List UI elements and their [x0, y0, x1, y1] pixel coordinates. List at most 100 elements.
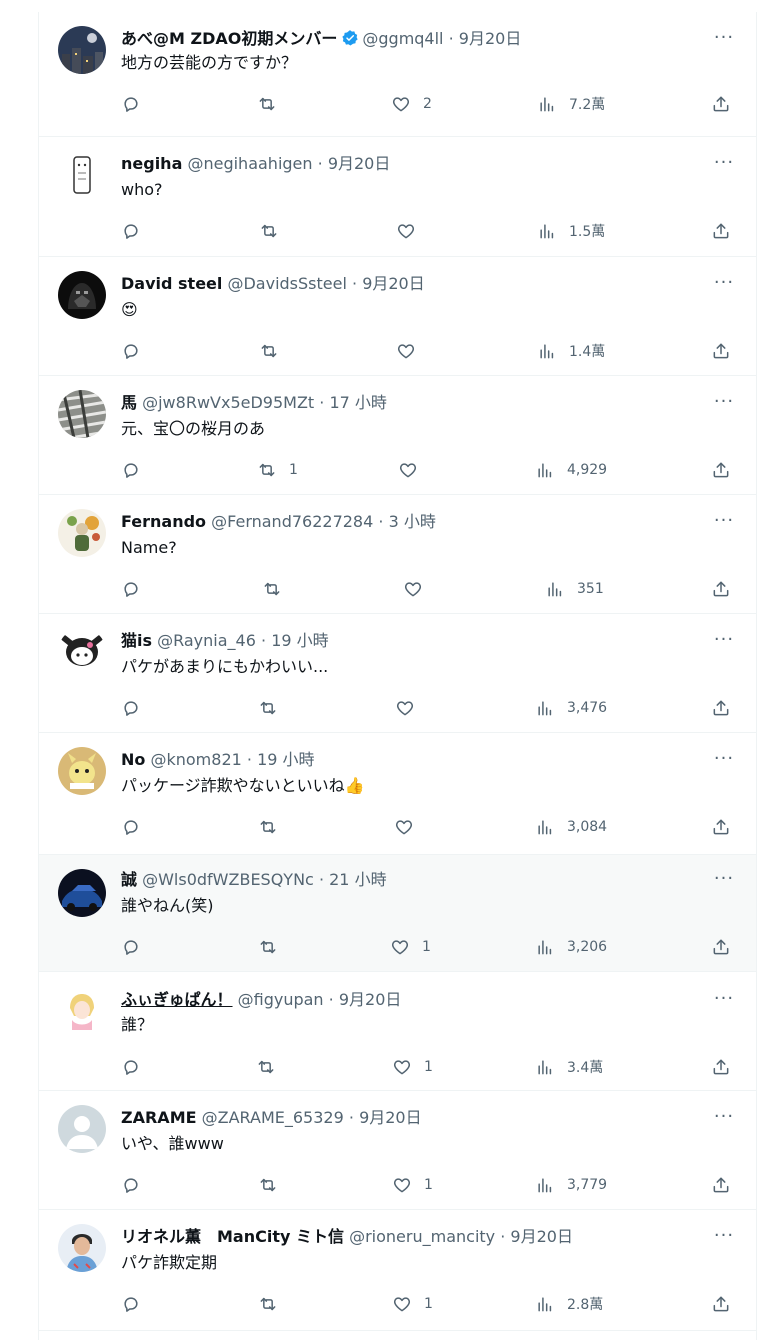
- author-handle[interactable]: @Raynia_46: [157, 631, 256, 650]
- retweet-button[interactable]: [256, 1055, 288, 1079]
- reply-button[interactable]: [121, 219, 153, 243]
- anime-figure-avatar[interactable]: [58, 986, 106, 1034]
- tweet-timestamp[interactable]: 19 小時: [257, 750, 314, 769]
- retweet-button[interactable]: [258, 696, 290, 720]
- like-button[interactable]: [394, 815, 426, 839]
- like-button[interactable]: 1: [392, 1173, 433, 1197]
- like-button[interactable]: [403, 577, 435, 601]
- author-handle[interactable]: @jw8RwVx5eD95MZt: [142, 393, 314, 412]
- person-photo-avatar[interactable]: [58, 1224, 106, 1272]
- author-name[interactable]: No: [121, 750, 145, 769]
- share-button[interactable]: [711, 1292, 731, 1316]
- like-button[interactable]: 2: [391, 92, 432, 116]
- retweet-button[interactable]: [258, 815, 290, 839]
- reply-button[interactable]: [121, 577, 153, 601]
- tweet-timestamp[interactable]: 21 小時: [329, 870, 386, 889]
- author-name[interactable]: ZARAME: [121, 1108, 197, 1127]
- dark-helmet-avatar[interactable]: [58, 271, 106, 319]
- share-button[interactable]: [711, 92, 731, 116]
- reply-button[interactable]: [121, 1055, 153, 1079]
- author-name[interactable]: David steel: [121, 274, 222, 293]
- tweet-timestamp[interactable]: 19 小時: [271, 631, 328, 650]
- like-button[interactable]: 1: [392, 1292, 433, 1316]
- tweet-timestamp[interactable]: 9月20日: [510, 1227, 573, 1246]
- views-button[interactable]: 3.4萬: [535, 1055, 603, 1079]
- reply-button[interactable]: [121, 815, 153, 839]
- reply-tweet[interactable]: No @knom821 · 19 小時 ··· パッケージ詐欺やないといいね👍 3,0…: [39, 733, 756, 855]
- author-handle[interactable]: @DavidsSsteel: [227, 274, 346, 293]
- default-person-avatar[interactable]: [58, 1105, 106, 1153]
- more-options-icon[interactable]: ···: [712, 1227, 736, 1249]
- views-button[interactable]: 351: [545, 577, 604, 601]
- author-name[interactable]: 猫is: [121, 631, 152, 650]
- reply-button[interactable]: [121, 1292, 153, 1316]
- author-handle[interactable]: @rioneru_mancity: [349, 1227, 495, 1246]
- author-handle[interactable]: @Wls0dfWZBESQYNc: [142, 870, 314, 889]
- share-button[interactable]: [711, 339, 731, 363]
- more-options-icon[interactable]: ···: [712, 990, 736, 1012]
- more-options-icon[interactable]: ···: [712, 870, 736, 892]
- author-handle[interactable]: @ggmq4ll: [362, 29, 443, 48]
- author-name[interactable]: 誠: [121, 870, 137, 889]
- share-button[interactable]: [711, 219, 731, 243]
- share-button[interactable]: [711, 815, 731, 839]
- views-button[interactable]: 3,779: [535, 1173, 607, 1197]
- night-city-avatar[interactable]: [58, 26, 106, 74]
- views-button[interactable]: 3,206: [535, 935, 607, 959]
- more-options-icon[interactable]: ···: [712, 1108, 736, 1130]
- reply-button[interactable]: [121, 1173, 153, 1197]
- tweet-timestamp[interactable]: 9月20日: [328, 154, 391, 173]
- reply-tweet[interactable]: Fernando @Fernand76227284 · 3 小時 ··· Name?…: [39, 495, 756, 614]
- views-button[interactable]: 7.2萬: [537, 92, 605, 116]
- blue-car-avatar[interactable]: [58, 869, 106, 917]
- author-handle[interactable]: @knom821: [150, 750, 241, 769]
- share-button[interactable]: [711, 458, 731, 482]
- like-button[interactable]: [396, 339, 428, 363]
- reply-tweet[interactable]: 猫is @Raynia_46 · 19 小時 ··· パケがあまりにもかわいい...…: [39, 614, 756, 733]
- zebra-avatar[interactable]: [58, 390, 106, 438]
- cartoon-character-avatar[interactable]: [58, 628, 106, 676]
- tweet-timestamp[interactable]: 9月20日: [339, 990, 402, 1009]
- retweet-button[interactable]: [258, 1292, 290, 1316]
- reply-button[interactable]: [121, 935, 153, 959]
- share-button[interactable]: [711, 577, 731, 601]
- more-options-icon[interactable]: ···: [712, 750, 736, 772]
- views-button[interactable]: 1.5萬: [537, 219, 605, 243]
- reply-tweet[interactable]: David steel @DavidsSsteel · 9月20日 ··· 😍 1.4…: [39, 257, 756, 376]
- more-options-icon[interactable]: ···: [712, 631, 736, 653]
- more-options-icon[interactable]: ···: [712, 393, 736, 415]
- more-options-icon[interactable]: ···: [712, 154, 736, 176]
- reply-tweet[interactable]: あべ@M ZDAO初期メンバー @ggmq4ll · 9月20日 ··· 地方の芸能の…: [39, 12, 756, 137]
- reply-button[interactable]: [121, 458, 153, 482]
- reply-tweet[interactable]: リオネル薫 ManCity ミト信 @rioneru_mancity · 9月2…: [39, 1210, 756, 1331]
- author-name[interactable]: 馬: [121, 393, 137, 412]
- author-handle[interactable]: @Fernand76227284: [211, 512, 373, 531]
- author-handle[interactable]: @figyupan: [238, 990, 324, 1009]
- reply-button[interactable]: [121, 696, 153, 720]
- views-button[interactable]: 4,929: [535, 458, 607, 482]
- reply-tweet[interactable]: negiha @negihaahigen · 9月20日 ··· who? 1.5萬: [39, 137, 756, 257]
- like-button[interactable]: [398, 458, 430, 482]
- author-name[interactable]: ふぃぎゅぱん！: [121, 990, 233, 1009]
- share-button[interactable]: [711, 1173, 731, 1197]
- flower-figure-avatar[interactable]: [58, 509, 106, 557]
- reply-tweet[interactable]: ふぃぎゅぱん！ @figyupan · 9月20日 ··· 誰？ 1 3.4萬: [39, 972, 756, 1091]
- author-name[interactable]: あべ@M ZDAO初期メンバー: [121, 29, 337, 48]
- like-button[interactable]: [395, 696, 427, 720]
- views-button[interactable]: 1.4萬: [537, 339, 605, 363]
- retweet-button[interactable]: [259, 219, 291, 243]
- more-options-icon[interactable]: ···: [712, 29, 736, 51]
- more-options-icon[interactable]: ···: [712, 274, 736, 296]
- author-handle[interactable]: @ZARAME_65329: [202, 1108, 344, 1127]
- reply-tweet[interactable]: 誠 @Wls0dfWZBESQYNc · 21 小時 ··· 誰やねん(笑) 1 3,2…: [39, 855, 756, 972]
- tweet-timestamp[interactable]: 9月20日: [459, 29, 522, 48]
- reply-button[interactable]: [121, 339, 153, 363]
- share-button[interactable]: [711, 696, 731, 720]
- retweet-button[interactable]: [258, 935, 290, 959]
- tweet-timestamp[interactable]: 9月20日: [362, 274, 425, 293]
- more-options-icon[interactable]: ···: [712, 512, 736, 534]
- retweet-button[interactable]: [259, 339, 291, 363]
- share-button[interactable]: [711, 935, 731, 959]
- views-button[interactable]: 2.8萬: [535, 1292, 603, 1316]
- retweet-button[interactable]: [257, 92, 289, 116]
